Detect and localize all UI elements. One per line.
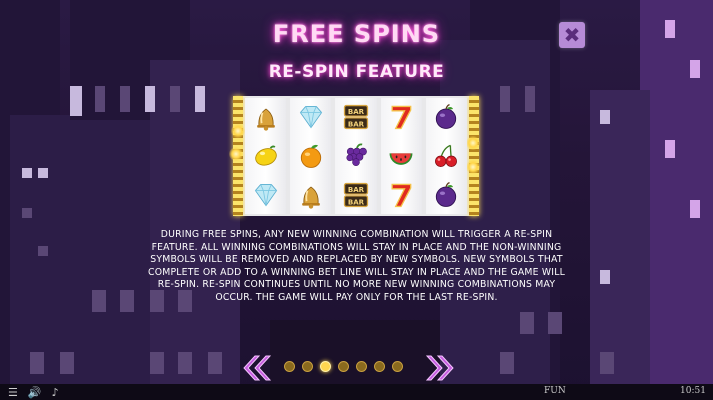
page-dot[interactable] bbox=[374, 361, 385, 372]
page-dot[interactable] bbox=[338, 361, 349, 372]
window bbox=[195, 86, 205, 112]
page-subtitle: RE-SPIN FEATURE bbox=[268, 62, 445, 82]
speaker-icon[interactable]: 🔊 bbox=[28, 386, 42, 399]
window bbox=[145, 86, 155, 112]
building bbox=[590, 90, 650, 400]
window bbox=[120, 86, 130, 112]
bell-icon bbox=[249, 100, 283, 134]
reel-5 bbox=[425, 98, 468, 214]
bottom-bar: ☰ 🔊 ♪ FUN 10:51 bbox=[0, 384, 713, 400]
window bbox=[548, 312, 562, 334]
seven-icon bbox=[384, 100, 418, 134]
lemon-icon bbox=[249, 139, 283, 173]
page-dot[interactable] bbox=[302, 361, 313, 372]
window bbox=[600, 352, 614, 374]
window bbox=[70, 86, 82, 116]
window bbox=[60, 352, 74, 374]
bell-icon bbox=[294, 178, 328, 212]
feature-description: DURING FREE SPINS, ANY NEW WINNING COMBI… bbox=[148, 229, 565, 303]
mode-label: FUN bbox=[544, 386, 566, 396]
svg-text:BAR: BAR bbox=[348, 107, 365, 116]
bar-bar-icon: BAR BAR bbox=[339, 178, 373, 212]
plum-icon bbox=[429, 100, 463, 134]
music-note-icon[interactable]: ♪ bbox=[52, 386, 59, 399]
sparkle-icon bbox=[229, 147, 243, 161]
sparkle-icon bbox=[466, 136, 480, 150]
reel-4 bbox=[380, 98, 422, 214]
menu-icon[interactable]: ☰ bbox=[8, 386, 18, 399]
window bbox=[500, 352, 514, 374]
sparkle-icon bbox=[466, 160, 480, 174]
plum-icon bbox=[429, 178, 463, 212]
reel-2 bbox=[290, 98, 332, 214]
svg-text:BAR: BAR bbox=[348, 197, 365, 206]
window bbox=[208, 352, 222, 374]
page-dot[interactable] bbox=[356, 361, 367, 372]
building bbox=[640, 0, 713, 400]
reel-3: BAR BAR BAR BAR bbox=[335, 98, 377, 214]
window bbox=[665, 140, 675, 158]
orange-icon bbox=[294, 139, 328, 173]
window bbox=[22, 208, 32, 218]
window bbox=[600, 110, 610, 124]
window bbox=[92, 290, 106, 312]
page-dot[interactable] bbox=[284, 361, 295, 372]
page-indicator bbox=[284, 361, 403, 372]
window bbox=[500, 86, 510, 112]
window bbox=[150, 352, 164, 374]
reel-grid: BAR BAR BAR BAR bbox=[245, 98, 468, 214]
bar-bar-icon: BAR BAR bbox=[339, 100, 373, 134]
window bbox=[95, 86, 105, 112]
window bbox=[600, 270, 610, 284]
diamond-icon bbox=[294, 100, 328, 134]
window bbox=[38, 246, 48, 256]
close-x-icon: ✖ bbox=[563, 23, 581, 47]
window bbox=[120, 290, 134, 312]
close-button[interactable]: ✖ bbox=[559, 22, 585, 48]
clock: 10:51 bbox=[680, 386, 706, 396]
svg-text:BAR: BAR bbox=[348, 185, 365, 194]
next-page-button[interactable] bbox=[426, 353, 458, 383]
window bbox=[22, 168, 32, 178]
light-bar-right bbox=[469, 96, 479, 216]
grapes-icon bbox=[339, 139, 373, 173]
cherries-icon bbox=[429, 139, 463, 173]
watermelon-icon bbox=[384, 139, 418, 173]
window bbox=[525, 86, 535, 112]
window bbox=[520, 312, 534, 334]
page-dot[interactable] bbox=[392, 361, 403, 372]
diamond-icon bbox=[249, 178, 283, 212]
page-dot[interactable] bbox=[320, 361, 331, 372]
window bbox=[38, 168, 48, 178]
seven-icon bbox=[384, 178, 418, 212]
reel-1 bbox=[245, 98, 287, 214]
window bbox=[178, 352, 192, 374]
window bbox=[30, 352, 44, 374]
page-title: FREE SPINS bbox=[272, 20, 441, 48]
previous-page-button[interactable] bbox=[239, 353, 271, 383]
window bbox=[690, 200, 700, 218]
window bbox=[170, 86, 180, 112]
svg-text:BAR: BAR bbox=[348, 120, 365, 129]
sparkle-icon bbox=[231, 124, 245, 138]
